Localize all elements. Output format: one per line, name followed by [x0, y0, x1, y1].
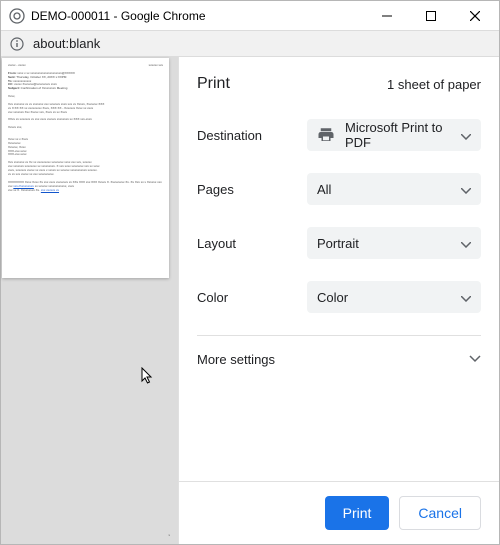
minimize-button[interactable] — [365, 1, 409, 30]
mouse-cursor-icon — [141, 367, 155, 390]
sheet-count: 1 sheet of paper — [387, 77, 481, 92]
url-text[interactable]: about:blank — [33, 36, 100, 51]
preview-pane: xxxxx - xxxxxxxxxxx xxx From: xxxx x xx … — [1, 57, 178, 544]
titlebar: DEMO-000011 - Google Chrome — [1, 1, 499, 31]
cancel-button[interactable]: Cancel — [399, 496, 481, 530]
chevron-down-icon — [469, 350, 481, 368]
settings-pane: Print 1 sheet of paper Destination Micro… — [178, 57, 499, 544]
window-title: DEMO-000011 - Google Chrome — [31, 9, 365, 23]
caret-down-icon — [461, 290, 471, 305]
page-preview[interactable]: xxxxx - xxxxxxxxxxx xxx From: xxxx x xx … — [2, 58, 169, 278]
maximize-button[interactable] — [409, 1, 453, 30]
destination-value: Microsoft Print to PDF — [345, 120, 461, 150]
caret-down-icon — [461, 236, 471, 251]
site-info-icon[interactable] — [9, 36, 25, 52]
color-value: Color — [317, 290, 461, 305]
caret-down-icon — [461, 182, 471, 197]
chrome-window: DEMO-000011 - Google Chrome about:blank … — [0, 0, 500, 545]
address-bar: about:blank — [1, 31, 499, 57]
destination-select[interactable]: Microsoft Print to PDF — [307, 119, 481, 151]
pages-label: Pages — [197, 182, 307, 197]
more-settings-toggle[interactable]: More settings — [197, 335, 481, 382]
print-header: Print — [197, 75, 230, 93]
pages-value: All — [317, 182, 461, 197]
dialog-footer: Print Cancel — [179, 481, 499, 544]
print-button[interactable]: Print — [325, 496, 390, 530]
pages-select[interactable]: All — [307, 173, 481, 205]
layout-label: Layout — [197, 236, 307, 251]
app-icon — [9, 8, 25, 24]
close-button[interactable] — [453, 1, 497, 30]
layout-value: Portrait — [317, 236, 461, 251]
destination-label: Destination — [197, 128, 307, 143]
caret-down-icon — [461, 128, 471, 143]
color-label: Color — [197, 290, 307, 305]
layout-select[interactable]: Portrait — [307, 227, 481, 259]
window-buttons — [365, 1, 497, 30]
printer-icon — [317, 126, 335, 144]
more-settings-label: More settings — [197, 352, 275, 367]
color-select[interactable]: Color — [307, 281, 481, 313]
print-dialog: xxxxx - xxxxxxxxxxx xxx From: xxxx x xx … — [1, 57, 499, 544]
